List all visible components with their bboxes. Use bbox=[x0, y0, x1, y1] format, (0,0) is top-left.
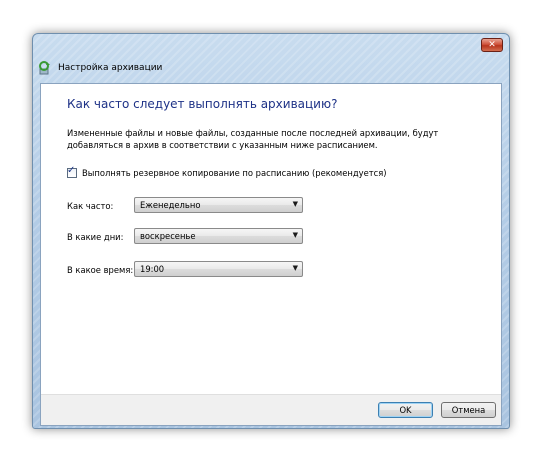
chevron-down-icon: ▼ bbox=[292, 231, 298, 239]
dialog-content: Как часто следует выполнять архивацию? И… bbox=[40, 83, 502, 426]
day-select[interactable]: воскресенье ▼ bbox=[134, 228, 303, 244]
close-button[interactable]: ✕ bbox=[481, 38, 503, 52]
frequency-value: Еженедельно bbox=[140, 200, 201, 210]
backup-icon bbox=[37, 60, 53, 76]
chevron-down-icon: ▼ bbox=[292, 200, 298, 208]
schedule-checkbox-row[interactable]: ✓ Выполнять резервное копирование по рас… bbox=[67, 165, 387, 178]
checkmark-icon: ✓ bbox=[67, 165, 76, 176]
window-title: Настройка архивации bbox=[58, 63, 163, 73]
ok-button[interactable]: OK bbox=[378, 402, 433, 418]
schedule-checkbox-label[interactable]: Выполнять резервное копирование по распи… bbox=[82, 168, 387, 178]
title-bar: Настройка архивации bbox=[37, 60, 162, 76]
close-icon: ✕ bbox=[488, 40, 496, 50]
day-label: В какие дни: bbox=[67, 232, 124, 242]
backup-settings-window: ✕ Настройка архивации Как часто следует … bbox=[32, 33, 510, 429]
cancel-button[interactable]: Отмена bbox=[441, 402, 496, 418]
time-value: 19:00 bbox=[140, 264, 165, 274]
page-heading: Как часто следует выполнять архивацию? bbox=[67, 97, 338, 111]
time-label: В какое время: bbox=[67, 265, 134, 275]
day-value: воскресенье bbox=[140, 231, 196, 241]
frequency-select[interactable]: Еженедельно ▼ bbox=[134, 197, 303, 213]
time-select[interactable]: 19:00 ▼ bbox=[134, 261, 303, 277]
schedule-checkbox[interactable]: ✓ bbox=[67, 165, 77, 178]
chevron-down-icon: ▼ bbox=[292, 264, 298, 272]
button-bar: OK Отмена bbox=[41, 394, 501, 425]
frequency-label: Как часто: bbox=[67, 201, 114, 211]
description-text: Измененные файлы и новые файлы, созданны… bbox=[67, 128, 439, 150]
